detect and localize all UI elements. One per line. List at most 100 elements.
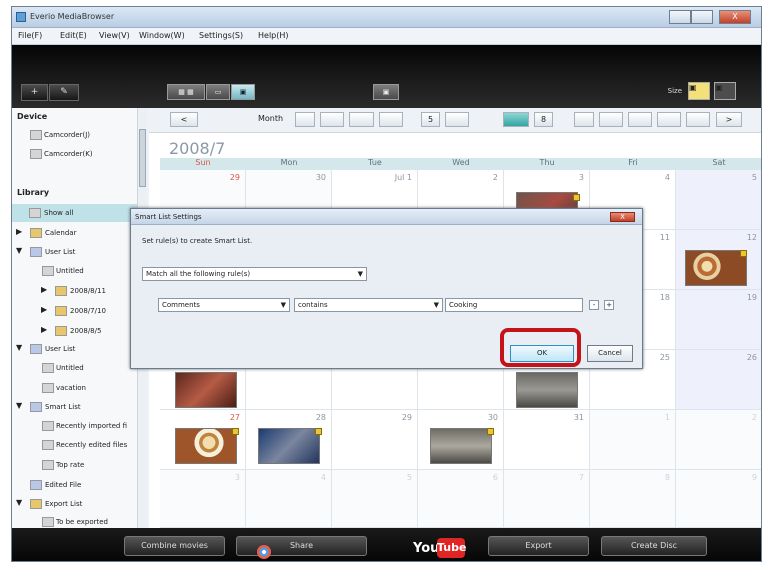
dialog-close-button[interactable]: X [610, 212, 635, 222]
collapse-icon[interactable]: ▼ [16, 343, 22, 352]
calendar-day[interactable]: 6 [418, 470, 504, 528]
calendar-day-31[interactable]: 31 [504, 410, 590, 470]
sidebar-item-top-rate[interactable]: Top rate [12, 456, 138, 474]
menu-file[interactable]: File(F) [18, 31, 42, 40]
sidebar-item-2008-7-10[interactable]: ▶ 2008/7/10 [12, 302, 138, 320]
calendar-day-30[interactable]: 30 [418, 410, 504, 470]
expand-icon[interactable]: ▶ [16, 227, 22, 236]
calendar-day[interactable]: 8 [590, 470, 676, 528]
dialog-title: Smart List Settings [135, 213, 202, 221]
expand-icon[interactable]: ▶ [41, 305, 47, 314]
calendar-view-button[interactable]: ▣ [231, 84, 255, 100]
calendar-day-12[interactable]: 12 [676, 230, 761, 290]
calendar-day[interactable]: 7 [504, 470, 590, 528]
grid-view-button[interactable]: ▦ ▦ [167, 84, 205, 100]
sidebar-item-2008-8-5[interactable]: ▶ 2008/8/5 [12, 322, 138, 340]
export-button[interactable]: Export [488, 536, 589, 556]
calendar-day-19[interactable]: 19 [676, 290, 761, 350]
calendar-day-29[interactable]: 29 [332, 410, 418, 470]
menu-help[interactable]: Help(H) [258, 31, 289, 40]
maximize-button[interactable] [691, 10, 713, 24]
menu-window[interactable]: Window(W) [139, 31, 185, 40]
scroll-thumb[interactable] [139, 129, 146, 187]
fullscreen-button[interactable]: ▣ [373, 84, 399, 100]
device-camcorder-k[interactable]: Camcorder(K) [12, 145, 138, 163]
expand-icon[interactable]: ▶ [41, 325, 47, 334]
combine-movies-button[interactable]: Combine movies [124, 536, 225, 556]
previous-button[interactable]: < [170, 112, 198, 127]
share-button[interactable]: Share [236, 536, 367, 556]
close-window-button[interactable]: X [719, 10, 751, 24]
weekday-sun: Sun [160, 158, 246, 170]
collapse-icon[interactable]: ▼ [16, 498, 22, 507]
create-disc-button[interactable]: Create Disc [601, 536, 707, 556]
video-thumbnail[interactable] [516, 372, 578, 408]
edit-tools-button[interactable]: ✎ [49, 84, 79, 101]
expand-icon[interactable]: ▶ [41, 285, 47, 294]
remove-rule-button[interactable]: - [589, 300, 599, 310]
rule-operator-select[interactable]: contains ▼ [294, 298, 443, 312]
calendar-day-27[interactable]: 27 [160, 410, 246, 470]
calendar-day[interactable]: 3 [160, 470, 246, 528]
nav-page-button[interactable] [628, 112, 652, 127]
menu-view[interactable]: View(V) [99, 31, 130, 40]
sidebar-item-show-all[interactable]: Show all [12, 204, 138, 222]
nav-page-button[interactable] [349, 112, 374, 127]
nav-current-page[interactable] [503, 112, 529, 127]
nav-page-button[interactable] [574, 112, 594, 127]
calendar-day[interactable]: 1 [590, 410, 676, 470]
calendar-day[interactable]: 4 [246, 470, 332, 528]
video-thumbnail[interactable] [430, 428, 492, 464]
sidebar-item-user-list-2[interactable]: ▼ User List [12, 340, 138, 358]
thumbnail-size-button[interactable]: ▣ [688, 82, 710, 100]
nav-page-8[interactable]: 8 [534, 112, 553, 127]
display-size-button[interactable]: ▣ [714, 82, 736, 100]
sidebar-item-vacation[interactable]: vacation [12, 379, 138, 397]
sidebar-item-untitled[interactable]: Untitled [12, 262, 138, 280]
nav-page-button[interactable] [379, 112, 403, 127]
add-rule-button[interactable]: + [604, 300, 614, 310]
sidebar-item-export-list[interactable]: ▼ Export List [12, 495, 138, 513]
match-rule-select[interactable]: Match all the following rule(s) ▼ [142, 267, 367, 281]
calendar-day[interactable]: 9 [676, 470, 761, 528]
sidebar-item-2008-8-11[interactable]: ▶ 2008/8/11 [12, 282, 138, 300]
sidebar-item-edited-file[interactable]: Edited File [12, 476, 138, 494]
chevron-down-icon: ▼ [357, 270, 363, 278]
rule-value-input[interactable]: Cooking [445, 298, 583, 312]
nav-page-button[interactable] [599, 112, 623, 127]
calendar-day[interactable]: 2 [676, 410, 761, 470]
calendar-day-26[interactable]: 26 [676, 350, 761, 410]
sidebar-item-smart-list[interactable]: ▼ Smart List [12, 398, 138, 416]
collapse-icon[interactable]: ▼ [16, 246, 22, 255]
nav-page-button[interactable] [445, 112, 469, 127]
calendar-day[interactable]: 5 [332, 470, 418, 528]
sidebar-item-recently-imported[interactable]: Recently imported fi [12, 417, 138, 435]
calendar-day[interactable]: 5 [676, 170, 761, 230]
calendar-day-28[interactable]: 28 [246, 410, 332, 470]
sidebar-item-recently-edited[interactable]: Recently edited files [12, 436, 138, 454]
sidebar-item-untitled-2[interactable]: Untitled [12, 359, 138, 377]
menu-edit[interactable]: Edit(E) [60, 31, 87, 40]
ok-button-highlight [500, 328, 581, 367]
photo-thumbnail[interactable] [685, 250, 747, 286]
list-icon [42, 383, 54, 393]
next-button[interactable]: > [716, 112, 742, 127]
menu-settings[interactable]: Settings(S) [199, 31, 243, 40]
sidebar-item-calendar[interactable]: ▶ Calendar [12, 224, 138, 242]
nav-page-5[interactable]: 5 [421, 112, 440, 127]
add-button[interactable]: + [21, 84, 48, 101]
minimize-button[interactable] [669, 10, 691, 24]
rule-field-select[interactable]: Comments ▼ [158, 298, 290, 312]
sidebar-item-user-list[interactable]: ▼ User List [12, 243, 138, 261]
nav-page-button[interactable] [686, 112, 710, 127]
device-camcorder-j[interactable]: Camcorder(J) [12, 126, 138, 144]
single-view-button[interactable]: ▭ [206, 84, 230, 100]
video-thumbnail[interactable] [258, 428, 320, 464]
cancel-button[interactable]: Cancel [587, 345, 633, 362]
collapse-icon[interactable]: ▼ [16, 401, 22, 410]
video-thumbnail[interactable] [175, 372, 237, 408]
nav-page-button[interactable] [295, 112, 315, 127]
photo-thumbnail[interactable] [175, 428, 237, 464]
nav-page-button[interactable] [320, 112, 344, 127]
nav-page-button[interactable] [657, 112, 681, 127]
